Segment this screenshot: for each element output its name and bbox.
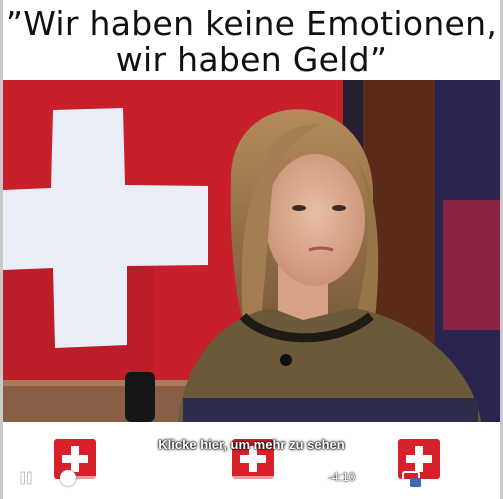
settings-icon[interactable] — [367, 468, 389, 490]
volume-icon[interactable] — [465, 468, 487, 490]
progress-track[interactable] — [60, 476, 296, 480]
caption-line-1: ”Wir haben keine Emotionen, — [5, 4, 498, 43]
video-still — [3, 80, 500, 422]
video-post: ”Wir haben keine Emotionen, wir haben Ge… — [0, 0, 503, 499]
progress-handle[interactable] — [60, 470, 77, 486]
more-videos-link[interactable]: Klicke hier, um mehr zu sehen — [0, 437, 503, 452]
pause-icon[interactable] — [18, 470, 34, 486]
miniplayer-icon[interactable] — [401, 468, 423, 490]
caption-line-2: wir haben Geld” — [115, 40, 388, 79]
video-caption: ”Wir haben keine Emotionen, wir haben Ge… — [3, 0, 500, 80]
time-remaining: -4:10 — [328, 470, 356, 484]
fullscreen-icon[interactable] — [433, 469, 453, 489]
video-frame[interactable] — [3, 80, 500, 422]
